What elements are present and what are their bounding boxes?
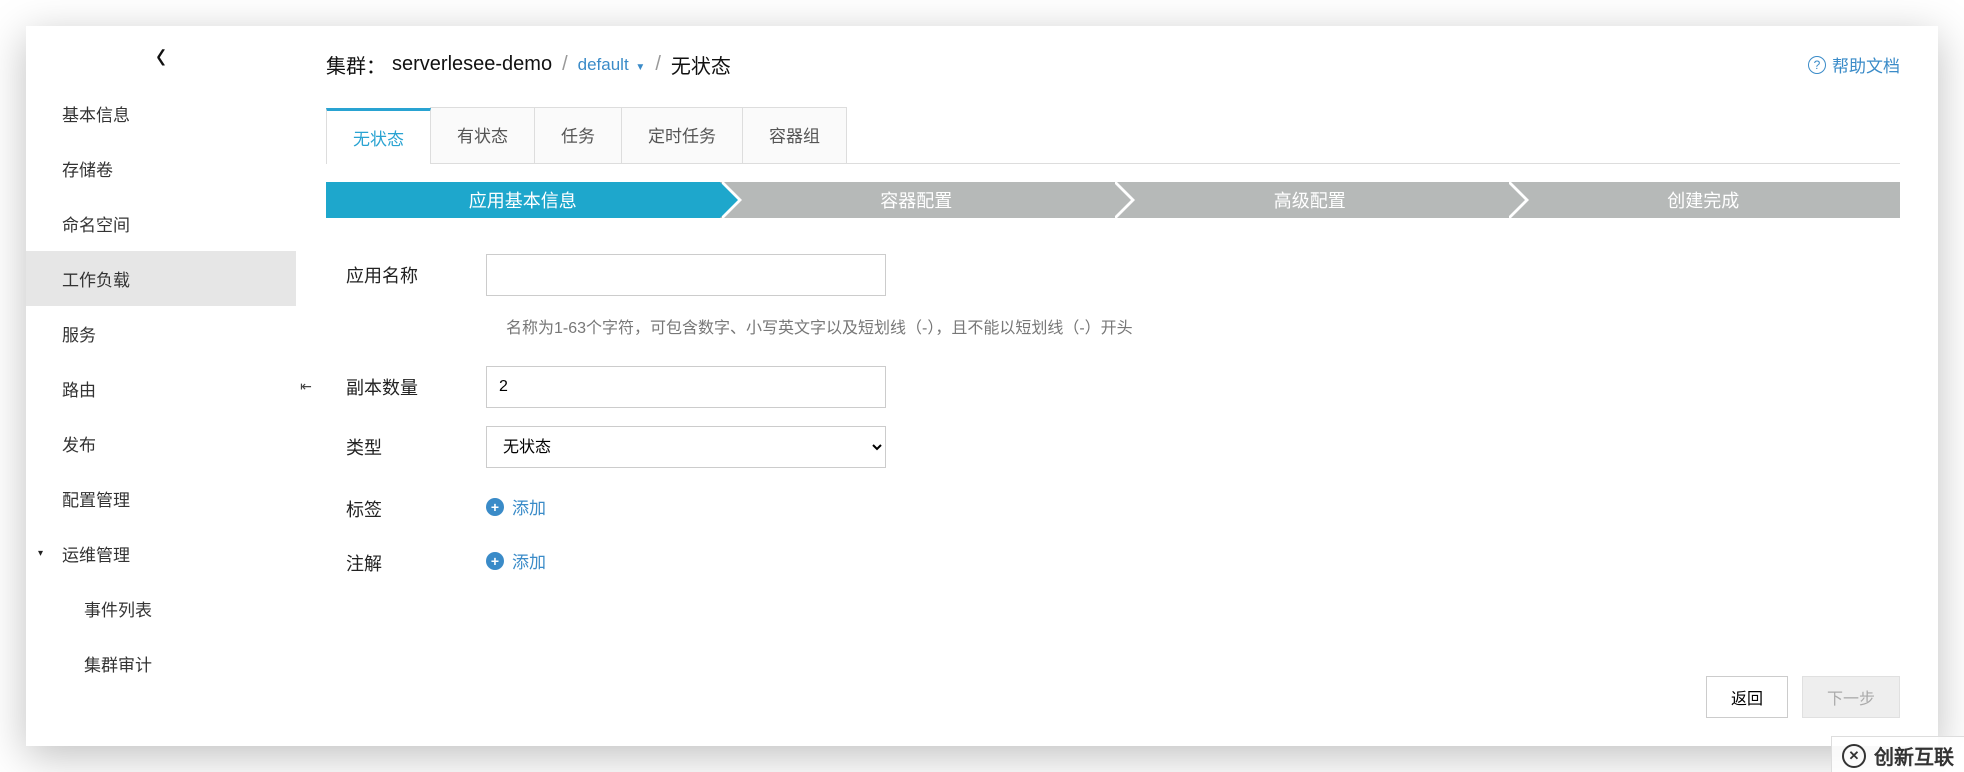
add-label-button[interactable]: + 添加: [486, 488, 546, 519]
help-label: 帮助文档: [1832, 52, 1900, 77]
next-button[interactable]: 下一步: [1802, 676, 1900, 718]
watermark-text: 创新互联: [1874, 741, 1954, 770]
caret-down-icon: ▼: [635, 62, 645, 73]
breadcrumb-sep: /: [562, 53, 568, 76]
sidebar-menu: 基本信息 存储卷 命名空间 工作负载 服务 路由 发布 配置管理 ▾ 运维管理 …: [26, 86, 296, 691]
row-replicas: 副本数量: [346, 366, 1888, 408]
main-content: 集群： serverlesee-demo / default ▼ / 无状态 ?…: [296, 26, 1938, 746]
breadcrumb-prefix: 集群：: [326, 50, 386, 79]
watermark-logo-icon: ✕: [1842, 744, 1866, 768]
row-type: 类型 无状态: [346, 426, 1888, 468]
tab-job[interactable]: 任务: [534, 107, 622, 163]
help-link[interactable]: ? 帮助文档: [1808, 52, 1900, 77]
sidebar-item-workload[interactable]: 工作负载: [26, 251, 296, 306]
row-app-name: 应用名称: [346, 254, 1888, 296]
sidebar-item-ops[interactable]: ▾ 运维管理: [26, 526, 296, 581]
sidebar-item-service[interactable]: 服务: [26, 306, 296, 361]
input-app-name[interactable]: [486, 254, 886, 296]
label-type: 类型: [346, 426, 486, 460]
sidebar-item-namespace[interactable]: 命名空间: [26, 196, 296, 251]
sidebar-item-basic-info[interactable]: 基本信息: [26, 86, 296, 141]
wizard-steps: 应用基本信息 容器配置 高级配置 创建完成: [326, 182, 1900, 218]
tab-stateful[interactable]: 有状态: [430, 107, 535, 163]
tab-stateless[interactable]: 无状态: [326, 108, 431, 164]
help-icon: ?: [1808, 56, 1826, 74]
hint-app-name: 名称为1-63个字符，可包含数字、小写英文字以及短划线（-），且不能以短划线（-…: [506, 314, 1888, 338]
sidebar-item-events[interactable]: 事件列表: [26, 581, 296, 636]
add-annotation-text: 添加: [512, 548, 546, 573]
label-app-name: 应用名称: [346, 254, 486, 288]
sidebar-collapse-handle[interactable]: ⇤: [296, 372, 316, 400]
form-area: 应用名称 名称为1-63个字符，可包含数字、小写英文字以及短划线（-），且不能以…: [326, 218, 1900, 614]
tab-pod[interactable]: 容器组: [742, 107, 847, 163]
step-container[interactable]: 容器配置: [720, 182, 1114, 218]
watermark: ✕ 创新互联: [1831, 736, 1964, 772]
row-labels: 标签 + 添加: [346, 488, 1888, 522]
add-annotation-button[interactable]: + 添加: [486, 542, 546, 573]
breadcrumb: 集群： serverlesee-demo / default ▼ / 无状态: [326, 50, 731, 79]
sidebar-back[interactable]: ‹: [26, 26, 296, 86]
collapse-icon: ⇤: [300, 378, 312, 395]
caret-down-icon: ▾: [38, 548, 43, 559]
breadcrumb-sep: /: [655, 53, 661, 76]
breadcrumb-namespace[interactable]: default ▼: [578, 55, 646, 75]
label-labels: 标签: [346, 488, 486, 522]
input-replicas[interactable]: [486, 366, 886, 408]
sidebar-item-release[interactable]: 发布: [26, 416, 296, 471]
back-button[interactable]: 返回: [1706, 676, 1788, 718]
add-label-text: 添加: [512, 494, 546, 519]
header-row: 集群： serverlesee-demo / default ▼ / 无状态 ?…: [326, 50, 1900, 107]
breadcrumb-cluster: serverlesee-demo: [392, 53, 552, 76]
row-annotations: 注解 + 添加: [346, 542, 1888, 576]
plus-icon: +: [486, 498, 504, 516]
label-replicas: 副本数量: [346, 366, 486, 400]
sidebar-item-config[interactable]: 配置管理: [26, 471, 296, 526]
sidebar-item-route[interactable]: 路由: [26, 361, 296, 416]
chevron-left-icon: ‹: [156, 35, 166, 77]
tab-cronjob[interactable]: 定时任务: [621, 107, 743, 163]
sidebar-item-label: 运维管理: [62, 541, 130, 566]
step-advanced[interactable]: 高级配置: [1113, 182, 1507, 218]
sidebar-item-audit[interactable]: 集群审计: [26, 636, 296, 691]
workload-tabs: 无状态 有状态 任务 定时任务 容器组: [326, 107, 1900, 164]
sidebar-item-storage[interactable]: 存储卷: [26, 141, 296, 196]
step-complete[interactable]: 创建完成: [1507, 182, 1901, 218]
sidebar: ‹ 基本信息 存储卷 命名空间 工作负载 服务 路由 发布 配置管理 ▾ 运维管…: [26, 26, 296, 746]
step-basic-info[interactable]: 应用基本信息: [326, 182, 720, 218]
breadcrumb-resource: 无状态: [671, 50, 731, 79]
footer-bar: 返回 下一步: [1706, 676, 1900, 718]
label-annotations: 注解: [346, 542, 486, 576]
select-type[interactable]: 无状态: [486, 426, 886, 468]
plus-icon: +: [486, 552, 504, 570]
